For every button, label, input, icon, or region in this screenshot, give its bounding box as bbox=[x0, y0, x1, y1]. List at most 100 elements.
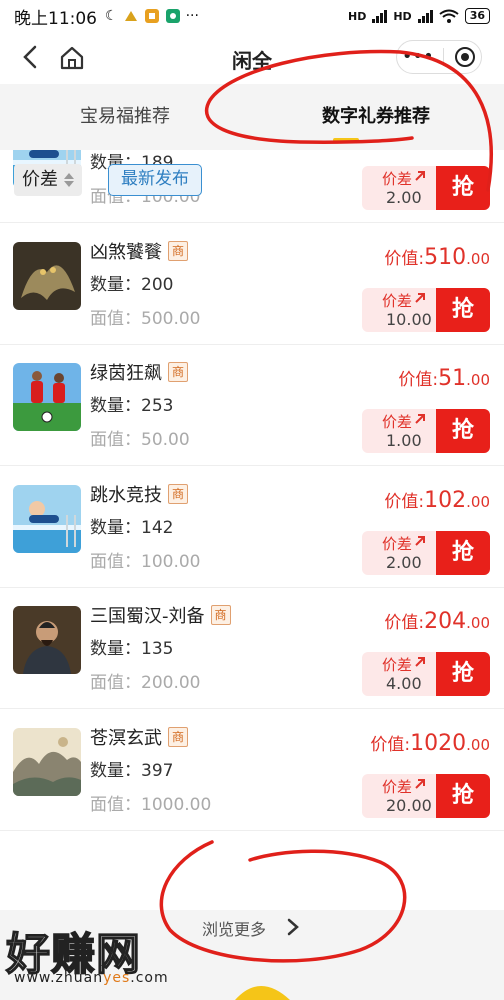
watermark: 好赚网 www.zhuanyes.com bbox=[5, 918, 206, 996]
nav-bar: 闲全 ••• bbox=[0, 32, 504, 84]
item-price: 价值:102.00 bbox=[384, 487, 490, 513]
item-name: 绿茵狂飙 bbox=[90, 363, 162, 384]
diff-value: 4.00 bbox=[386, 674, 422, 693]
grab-button[interactable]: 抢 bbox=[436, 773, 490, 818]
price-diff-box: 价差 2.00 抢 bbox=[362, 530, 490, 575]
item-name-row: 三国蜀汉-刘备商 bbox=[90, 602, 231, 628]
tab-digital-coupons[interactable]: 数字礼券推荐 bbox=[322, 102, 430, 128]
arrow-up-right-icon bbox=[415, 657, 425, 667]
capsule-divider bbox=[443, 48, 445, 66]
item-qty: 数量：200 bbox=[90, 274, 174, 295]
product-list: 价差 最新发布 跳水竞技数量：189面值：100.00价值:102.00价差2.… bbox=[0, 150, 504, 910]
item-face-value: 面值：50.00 bbox=[90, 430, 190, 450]
grab-button[interactable]: 抢 bbox=[436, 530, 490, 575]
item-name-row: 苍溟玄武商 bbox=[90, 724, 188, 750]
item-qty: 数量：142 bbox=[90, 517, 174, 538]
merchant-badge: 商 bbox=[168, 483, 188, 504]
item-face-value: 面值：100.00 bbox=[90, 551, 201, 572]
diff-value: 10.00 bbox=[386, 309, 432, 329]
grab-button[interactable]: 抢 bbox=[436, 652, 490, 696]
app-icon bbox=[144, 9, 159, 23]
diff-label: 价差 bbox=[382, 291, 413, 310]
notification-icon bbox=[124, 11, 137, 21]
sort-arrows-icon bbox=[64, 173, 74, 187]
price-diff-box: 价差 20.00 抢 bbox=[362, 773, 490, 818]
filter-bar: 价差 最新发布 bbox=[0, 160, 504, 200]
list-item[interactable]: 跳水竞技商数量：142 面值：100.00 价值:102.00 价差 2.00 抢 bbox=[0, 467, 504, 588]
annotation-yellow-blob bbox=[235, 986, 290, 1000]
price-diff-box: 价差 10.00 抢 bbox=[362, 287, 490, 332]
more-options-icon[interactable]: ••• bbox=[402, 48, 434, 66]
diff-value: 20.00 bbox=[386, 795, 432, 815]
landscape-icon bbox=[13, 727, 81, 796]
merchant-badge: 商 bbox=[168, 240, 188, 261]
item-price: 价值:510.00 bbox=[384, 244, 490, 270]
arrow-up-right-icon bbox=[415, 414, 425, 424]
diff-label: 价差 bbox=[382, 777, 413, 796]
price-diff-box: 价差 1.00 抢 bbox=[362, 409, 490, 453]
close-target-icon[interactable] bbox=[454, 46, 476, 68]
status-right: HD HD 36 bbox=[348, 8, 490, 24]
battery-icon: 36 bbox=[464, 8, 490, 24]
item-face-value: 面值：1000.00 bbox=[90, 794, 212, 815]
merchant-badge: 商 bbox=[168, 726, 188, 747]
arrow-up-right-icon bbox=[415, 292, 425, 303]
pool-icon bbox=[13, 484, 81, 553]
more-dots-icon: ··· bbox=[185, 8, 199, 24]
chevron-right-icon bbox=[287, 918, 299, 936]
item-name: 苍溟玄武 bbox=[90, 727, 162, 749]
newest-button[interactable]: 最新发布 bbox=[108, 164, 202, 196]
sort-price-diff-button[interactable]: 价差 bbox=[14, 164, 82, 196]
item-qty: 数量：397 bbox=[90, 760, 174, 781]
arrow-up-right-icon bbox=[415, 778, 425, 789]
merchant-badge: 商 bbox=[210, 605, 231, 625]
tab-bar: 宝易福推荐 数字礼券推荐 bbox=[0, 84, 504, 144]
soccer-icon bbox=[13, 363, 81, 431]
moon-icon: ☾ bbox=[105, 8, 118, 24]
arrow-up-right-icon bbox=[415, 535, 425, 546]
merchant-badge: 商 bbox=[168, 362, 188, 382]
item-name-row: 凶煞饕餮商 bbox=[90, 238, 188, 264]
app-icon bbox=[165, 9, 180, 23]
hd-label: HD bbox=[348, 9, 367, 23]
price-diff-box: 价差 4.00 抢 bbox=[362, 652, 490, 696]
wifi-icon bbox=[439, 9, 459, 23]
status-bar: 晚上11:06 ☾ ··· HD HD 36 bbox=[0, 0, 504, 32]
beast-icon bbox=[13, 241, 81, 310]
diff-value: 2.00 bbox=[386, 552, 422, 572]
diff-label: 价差 bbox=[382, 656, 413, 674]
item-face-value: 面值：200.00 bbox=[90, 673, 201, 693]
grab-button[interactable]: 抢 bbox=[436, 409, 490, 453]
hd-label: HD bbox=[393, 9, 412, 23]
item-price: 价值:1020.00 bbox=[370, 730, 490, 756]
item-price: 价值:204.00 bbox=[384, 609, 490, 634]
watermark-url: www.zhuanyes.com bbox=[14, 970, 169, 986]
item-name: 跳水竞技 bbox=[90, 484, 162, 506]
sort-label: 价差 bbox=[22, 169, 58, 190]
grab-button[interactable]: 抢 bbox=[436, 287, 490, 332]
status-time: 晚上11:06 bbox=[14, 8, 97, 29]
status-icons: ☾ ··· bbox=[105, 8, 199, 24]
diff-value: 1.00 bbox=[386, 431, 422, 450]
item-qty: 数量：253 bbox=[90, 396, 174, 416]
diff-label: 价差 bbox=[382, 413, 413, 431]
signal-icon bbox=[417, 9, 433, 23]
item-qty: 数量：135 bbox=[90, 639, 174, 659]
list-item[interactable]: 绿茵狂飙商数量：253 面值：50.00 价值:51.00 价差 1.00 抢 bbox=[0, 345, 504, 466]
tab-active-indicator bbox=[333, 138, 359, 142]
item-name-row: 绿茵狂飙商 bbox=[90, 359, 188, 385]
list-item[interactable]: 凶煞饕餮商数量：200 面值：500.00 价值:510.00 价差 10.00 抢 bbox=[0, 224, 504, 345]
mini-program-capsule: ••• bbox=[396, 40, 482, 74]
portrait-icon bbox=[13, 606, 81, 674]
list-item[interactable]: 三国蜀汉-刘备商数量：135 面值：200.00 价值:204.00 价差 4.00 抢 bbox=[0, 588, 504, 709]
item-price: 价值:51.00 bbox=[398, 366, 490, 391]
item-face-value: 面值：500.00 bbox=[90, 308, 201, 329]
browse-more-label: 浏览更多 bbox=[202, 920, 267, 939]
item-name: 凶煞饕餮 bbox=[90, 241, 162, 263]
tab-baoyifu[interactable]: 宝易福推荐 bbox=[80, 102, 170, 128]
item-name-row: 跳水竞技商 bbox=[90, 481, 188, 507]
list-item[interactable]: 苍溟玄武商数量：397 面值：1000.00 价值:1020.00 价差 20.00 抢 bbox=[0, 710, 504, 831]
item-name: 三国蜀汉-刘备 bbox=[90, 606, 205, 627]
signal-icon bbox=[372, 9, 388, 23]
diff-label: 价差 bbox=[382, 534, 413, 553]
